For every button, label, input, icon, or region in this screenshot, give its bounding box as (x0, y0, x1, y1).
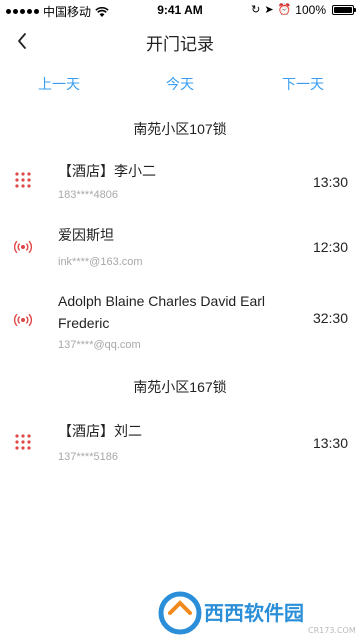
lock-group-title: 南苑小区167锁 (133, 379, 227, 395)
wireless-signal-icon (14, 238, 32, 256)
location-arrow-icon: ➤ (264, 4, 274, 16)
access-record[interactable]: 【酒店】李小二 183****4806 13:30 (0, 158, 360, 210)
status-bar: 中国移动 9:41 AM ↻ ➤ ⏰ 100% (0, 0, 360, 20)
status-right: ↻ ➤ ⏰ 100% (251, 3, 356, 17)
record-user-name: 【酒店】李小二 (58, 163, 156, 179)
record-time: 13:30 (312, 435, 348, 451)
record-account: 137****5186 (58, 451, 118, 463)
page-title: 开门记录 (146, 35, 214, 54)
battery-fill (334, 7, 352, 13)
record-user-name: Adolph Blaine Charles David Earl Frederi… (58, 293, 265, 331)
lock-group-title: 南苑小区107锁 (133, 121, 227, 137)
record-account: 137****@qq.com (58, 339, 141, 351)
keypad-icon (14, 171, 32, 189)
battery-percent: 100% (295, 3, 326, 17)
alarm-clock-icon: ⏰ (277, 4, 292, 16)
orientation-lock-icon: ↻ (251, 4, 261, 16)
record-time: 32:30 (312, 310, 348, 326)
record-time: 13:30 (312, 174, 348, 190)
access-record[interactable]: 爱因斯坦 ink****@163.com 12:30 (0, 224, 360, 276)
access-record[interactable]: 【酒店】刘二 137****5186 13:30 (0, 420, 360, 472)
svg-text:西西软件园: 西西软件园 (204, 601, 304, 625)
screen: 中国移动 9:41 AM ↻ ➤ ⏰ 100% 开门记录 上一天 今天 下一天 … (0, 0, 360, 640)
record-user-name: 【酒店】刘二 (58, 423, 142, 439)
wireless-signal-icon (14, 311, 32, 329)
battery-icon (332, 5, 356, 15)
day-switcher: 上一天 今天 下一天 (0, 70, 360, 98)
svg-text:CR173.COM: CR173.COM (308, 626, 356, 635)
nav-bar: 开门记录 (0, 20, 360, 62)
site-watermark-logo: 西西软件园 CR173.COM (158, 591, 356, 635)
record-time: 12:30 (312, 239, 348, 255)
record-account: ink****@163.com (58, 256, 143, 268)
next-day-button[interactable]: 下一天 (282, 74, 324, 94)
access-record[interactable]: Adolph Blaine Charles David Earl Frederi… (0, 290, 360, 354)
record-account: 183****4806 (58, 189, 118, 201)
keypad-icon (14, 433, 32, 451)
record-user-name: 爱因斯坦 (58, 227, 114, 243)
